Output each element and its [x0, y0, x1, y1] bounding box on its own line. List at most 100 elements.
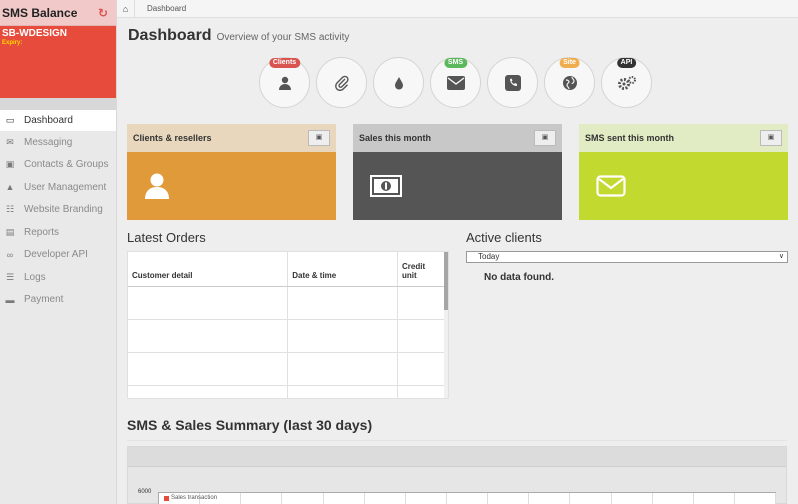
sidebar-item-label: Payment	[24, 294, 64, 306]
account-name: SB-WDESIGN	[2, 28, 67, 39]
chevron-down-icon: ∨	[778, 253, 784, 260]
site-badge: Site	[559, 58, 580, 68]
clients-badge: Clients	[268, 58, 301, 68]
user-icon	[145, 173, 169, 199]
sidebar-item-label: Messaging	[24, 136, 73, 148]
active-clients-title: Active clients	[466, 230, 542, 245]
latest-orders-table: Customer detail Date & time Credit unit	[127, 251, 449, 399]
refresh-icon[interactable]: ↻	[98, 7, 108, 19]
table-header-row: Customer detail Date & time Credit unit	[128, 252, 446, 287]
stat-card-sms: SMS sent this month ▣	[579, 124, 788, 220]
quick-actions: Clients SMS Site API	[259, 57, 652, 108]
breadcrumb-item-dashboard[interactable]: Dashboard	[135, 4, 186, 13]
period-select-value: Today	[478, 252, 500, 261]
active-clients-period-select[interactable]: Today ∨	[466, 251, 788, 263]
stat-card-header: SMS sent this month ▣	[579, 124, 788, 152]
address-book-icon: ▣	[5, 159, 15, 170]
table-row[interactable]	[128, 319, 446, 353]
chart-legend[interactable]: Sales transaction	[164, 495, 217, 501]
quick-action-clients[interactable]: Clients	[259, 57, 310, 108]
main-content: ⌂ Dashboard Dashboard Overview of your S…	[117, 0, 798, 504]
stat-card-title: Clients & resellers	[133, 133, 212, 143]
sidebar-item-user-management[interactable]: ▲ User Management	[0, 176, 116, 199]
sidebar-item-label: Website Branding	[24, 204, 103, 216]
chart-toggle-button[interactable]: ▣	[534, 130, 556, 146]
sidebar-item-messaging[interactable]: ✉ Messaging	[0, 131, 116, 154]
column-header-credit[interactable]: Credit unit	[397, 252, 446, 287]
sidebar-item-developer-api[interactable]: ∞ Developer API	[0, 244, 116, 267]
cogs-icon	[617, 75, 636, 90]
globe-icon	[562, 75, 577, 90]
summary-title: SMS & Sales Summary (last 30 days)	[127, 417, 373, 433]
sitemap-icon: ☷	[5, 204, 15, 215]
sidebar-item-label: Reports	[24, 226, 60, 238]
sidebar-item-label: Dashboard	[24, 115, 73, 126]
page-header: Dashboard Overview of your SMS activity	[117, 18, 798, 54]
stat-card-title: SMS sent this month	[585, 133, 675, 143]
chart-plot-area	[158, 492, 777, 504]
column-header-customer[interactable]: Customer detail	[128, 252, 289, 287]
latest-orders-title: Latest Orders	[127, 230, 206, 245]
list-icon: ☰	[5, 271, 15, 282]
quick-action-phone[interactable]	[487, 57, 538, 108]
quick-action-theme[interactable]	[373, 57, 424, 108]
stat-card-header: Sales this month ▣	[353, 124, 562, 152]
sidebar-item-website-branding[interactable]: ☷ Website Branding	[0, 199, 116, 222]
sidebar-item-payment[interactable]: ▬ Payment	[0, 289, 116, 312]
page-title: Dashboard	[128, 27, 212, 44]
sidebar-spacer	[0, 98, 116, 110]
chart-toggle-button[interactable]: ▣	[308, 130, 330, 146]
chart-toolbar	[128, 447, 786, 467]
chart-icon: ▤	[5, 226, 15, 237]
legend-swatch	[164, 495, 169, 501]
table-row[interactable]	[128, 385, 446, 398]
monitor-icon: ▭	[5, 115, 15, 125]
envelope-icon	[446, 75, 465, 90]
sidebar-item-label: Logs	[24, 271, 46, 283]
quick-action-site[interactable]: Site	[544, 57, 595, 108]
stat-card-title: Sales this month	[359, 133, 432, 143]
api-badge: API	[616, 58, 637, 68]
column-header-date[interactable]: Date & time	[287, 252, 399, 287]
stat-card-body	[353, 152, 562, 220]
active-clients-empty-message: No data found.	[484, 272, 554, 283]
stat-card-header: Clients & resellers ▣	[127, 124, 336, 152]
sidebar-item-reports[interactable]: ▤ Reports	[0, 221, 116, 244]
table-scrollbar-thumb[interactable]	[444, 252, 448, 310]
user-icon: ▲	[5, 182, 15, 193]
table-row[interactable]	[128, 352, 446, 386]
breadcrumb: ⌂ Dashboard	[117, 0, 798, 18]
sidebar-item-label: User Management	[24, 181, 107, 193]
home-icon[interactable]: ⌂	[117, 0, 135, 18]
account-panel: SB-WDESIGN Expiry:	[0, 26, 116, 98]
y-axis-tick-label: 6000	[138, 489, 152, 495]
quick-action-api[interactable]: API	[601, 57, 652, 108]
page-subtitle: Overview of your SMS activity	[216, 32, 350, 43]
envelope-icon	[596, 175, 626, 197]
money-icon	[370, 175, 402, 197]
chart-toggle-button[interactable]: ▣	[760, 130, 782, 146]
credit-card-icon: ▬	[5, 294, 15, 305]
envelope-icon: ✉	[6, 136, 14, 147]
phone-icon	[504, 74, 521, 91]
legend-label: Sales transaction	[171, 495, 218, 501]
stat-card-clients: Clients & resellers ▣	[127, 124, 336, 220]
sidebar-item-contacts-groups[interactable]: ▣ Contacts & Groups	[0, 154, 116, 177]
quick-action-sms[interactable]: SMS	[430, 57, 481, 108]
sms-balance-header: SMS Balance ↻	[0, 0, 116, 26]
droplet-icon	[394, 76, 403, 89]
stat-card-sales: Sales this month ▣	[353, 124, 562, 220]
stat-card-body	[579, 152, 788, 220]
sidebar-nav: ▭ Dashboard ✉ Messaging ▣ Contacts & Gro…	[0, 110, 116, 311]
quick-action-attachment[interactable]	[316, 57, 367, 108]
summary-chart: 6000 Sales transaction	[127, 446, 787, 504]
link-icon: ∞	[6, 249, 14, 260]
table-row[interactable]	[128, 286, 446, 320]
sidebar-item-logs[interactable]: ☰ Logs	[0, 266, 116, 289]
summary-divider	[127, 440, 787, 441]
user-icon	[278, 76, 291, 90]
sidebar: SMS Balance ↻ SB-WDESIGN Expiry: ▭ Dashb…	[0, 0, 117, 504]
account-expiry: Expiry:	[2, 40, 23, 46]
sidebar-item-dashboard[interactable]: ▭ Dashboard	[0, 110, 116, 131]
sidebar-item-label: Developer API	[24, 249, 88, 261]
